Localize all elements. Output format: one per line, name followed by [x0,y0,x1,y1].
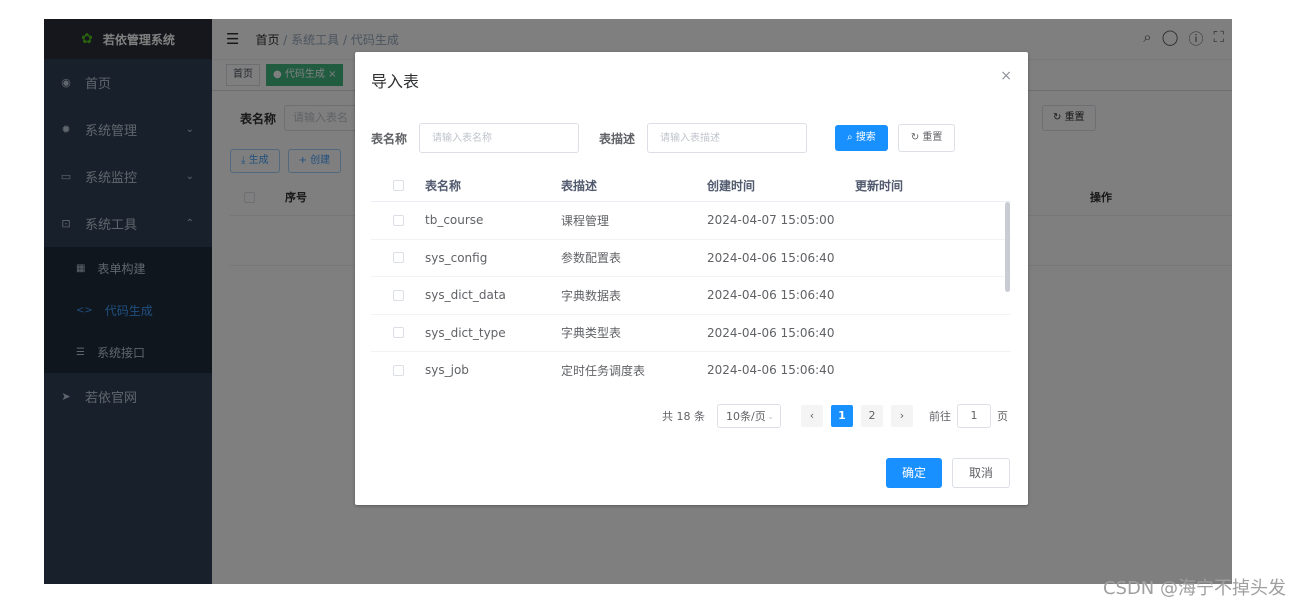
col-update-time: 更新时间 [855,178,904,193]
goto-label: 前往 [929,410,951,423]
reset-button-label: 重置 [922,132,943,143]
table-name-input[interactable]: 请输入表名称 [419,123,580,153]
cell-table-name: tb_course [425,213,484,228]
table-desc-label: 表描述 [599,131,636,146]
search-button-label: 搜索 [855,132,876,143]
table-scrollbar[interactable] [1005,202,1010,382]
app-window: ✿ 若依管理系统 ◉ 首页 ✹ 系统管理 ⌄ ▭ 系统监控 ⌄ ⊡ 系统工具 ⌃… [44,19,1232,584]
cell-table-name: sys_config [425,250,488,265]
next-page-button[interactable]: › [891,405,913,427]
table-name-label: 表名称 [371,131,408,146]
confirm-button[interactable]: 确定 [885,458,942,488]
cell-table-name: sys_dict_data [425,288,506,303]
cell-table-desc: 字典类型表 [561,326,622,341]
table-row[interactable]: sys_dict_type 字典类型表 2024-04-06 15:06:40 [371,315,1011,352]
select-all-checkbox[interactable] [392,179,404,191]
cell-table-name: sys_job [425,363,469,378]
table-header: 表名称 表描述 创建时间 更新时间 [371,169,1011,202]
refresh-icon: ↻ [910,132,923,143]
table-row[interactable]: sys_config 参数配置表 2024-04-06 15:06:40 [371,240,1011,277]
select-all-cell [371,179,425,191]
cell-table-desc: 课程管理 [561,213,610,228]
cell-table-desc: 字典数据表 [561,288,622,303]
cell-table-desc: 定时任务调度表 [561,363,646,378]
row-select-cell [371,289,425,301]
goto-suffix: 页 [997,410,1008,423]
close-icon[interactable]: × [1000,68,1012,84]
col-create-time: 创建时间 [707,178,756,193]
table-row[interactable]: tb_course 课程管理 2024-04-07 15:05:00 [371,202,1011,240]
row-checkbox[interactable] [392,214,404,226]
col-table-name: 表名称 [425,178,462,193]
row-select-cell [371,364,425,376]
dialog-footer: 确定 取消 [885,458,1010,488]
row-select-cell [371,214,425,226]
import-table: 表名称 表描述 创建时间 更新时间 tb_course 课程管理 2024-04… [371,169,1011,383]
cell-create-time: 2024-04-06 15:06:40 [707,325,835,340]
cancel-button[interactable]: 取消 [951,458,1010,488]
search-button[interactable]: ⌕ 搜索 [835,125,888,151]
dialog-title: 导入表 [371,72,420,91]
page-button-2[interactable]: 2 [861,405,883,427]
prev-page-button[interactable]: ‹ [801,405,823,427]
row-select-cell [371,252,425,264]
col-table-desc: 表描述 [561,178,598,193]
cell-create-time: 2024-04-06 15:06:40 [707,250,835,265]
watermark: CSDN @海宁不掉头发 [1102,578,1286,599]
cell-create-time: 2024-04-06 15:06:40 [707,363,835,378]
pagination: 共 18 条 10条/页 ⌄ ‹ 1 2 › 前往 1 页 [662,404,1008,428]
cell-create-time: 2024-04-07 15:05:00 [707,213,835,228]
scrollbar-thumb[interactable] [1005,202,1010,292]
page-size-select[interactable]: 10条/页 ⌄ [717,404,781,428]
row-checkbox[interactable] [392,364,404,376]
table-row[interactable]: sys_dict_data 字典数据表 2024-04-06 15:06:40 [371,277,1011,315]
import-table-dialog: 导入表 × 表名称 请输入表名称 表描述 请输入表描述 ⌕ 搜索 ↻ 重置 表名… [355,52,1028,505]
goto-page-input[interactable]: 1 [957,404,991,428]
row-checkbox[interactable] [392,289,404,301]
cell-table-name: sys_dict_type [425,325,506,340]
dialog-search-form: 表名称 请输入表名称 表描述 请输入表描述 ⌕ 搜索 ↻ 重置 [371,122,956,154]
cell-table-desc: 参数配置表 [561,251,622,266]
table-row[interactable]: sys_job 定时任务调度表 2024-04-06 15:06:40 [371,352,1011,383]
page-size-value: 10条/页 [726,410,766,423]
row-select-cell [371,327,425,339]
page-button-1[interactable]: 1 [831,405,853,427]
row-checkbox[interactable] [392,327,404,339]
search-icon: ⌕ [847,132,856,143]
reset-button[interactable]: ↻ 重置 [897,124,956,152]
table-desc-input[interactable]: 请输入表描述 [647,123,808,153]
chevron-down-icon: ⌄ [767,412,774,421]
cell-create-time: 2024-04-06 15:06:40 [707,288,835,303]
pagination-total: 共 18 条 [662,410,705,423]
row-checkbox[interactable] [392,252,404,264]
